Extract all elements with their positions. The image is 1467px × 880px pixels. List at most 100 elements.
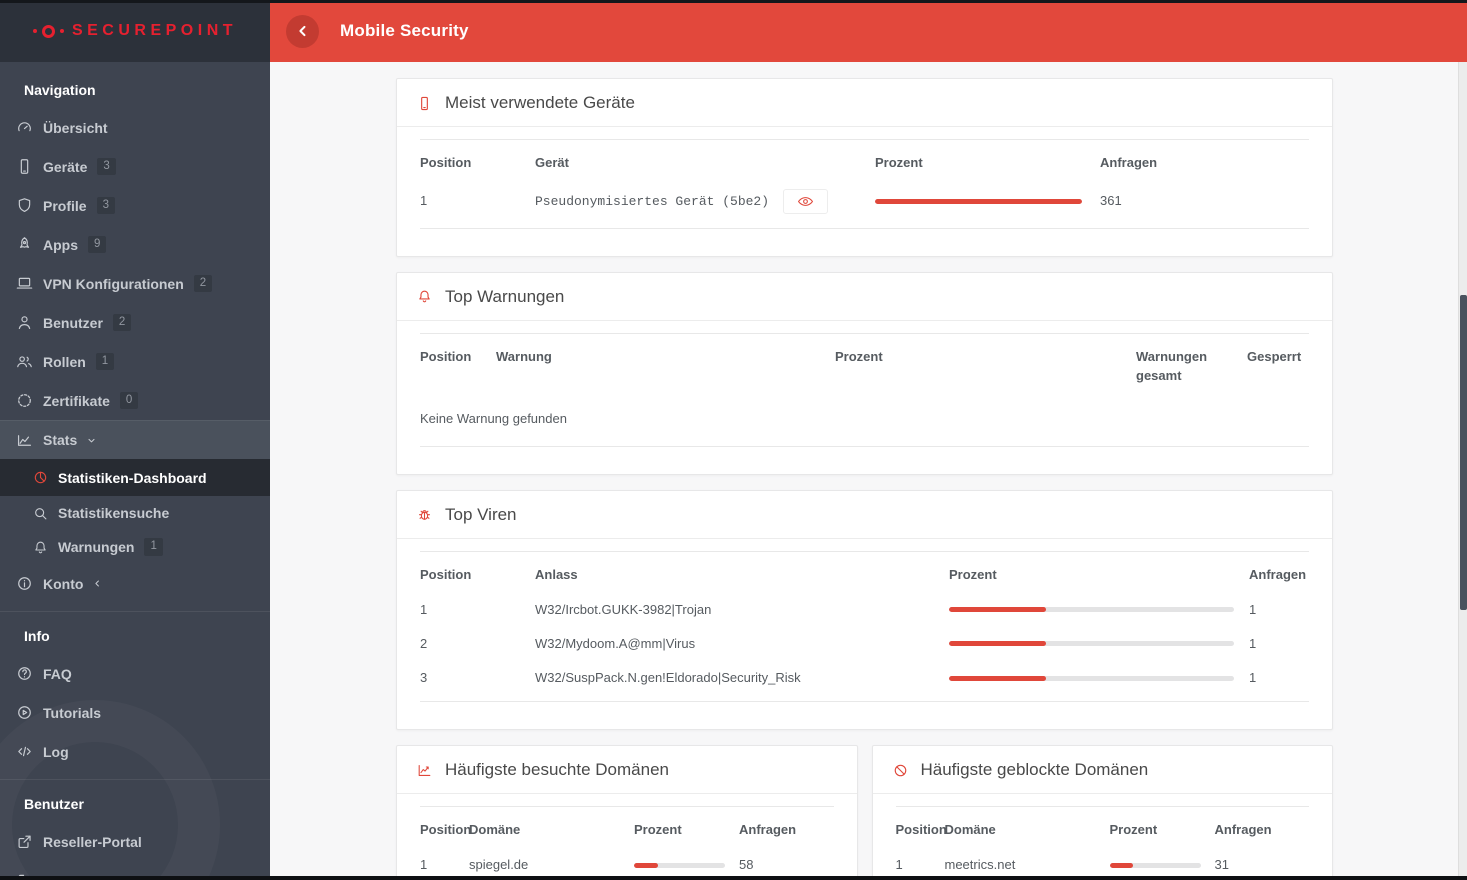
sidebar-item-label: Profile bbox=[43, 197, 87, 214]
card-visited-domains: Häufigste besuchte Domänen Position Domä… bbox=[396, 745, 858, 876]
bell-icon bbox=[32, 539, 49, 556]
device-name: Pseudonymisiertes Gerät (5be2) bbox=[535, 193, 770, 209]
user-icon bbox=[15, 313, 34, 332]
col-blocked: Gesperrt bbox=[1247, 332, 1309, 394]
top-bar: Mobile Security bbox=[270, 0, 1467, 62]
users-group-icon bbox=[15, 352, 34, 371]
devices-table: Position Gerät Prozent Anfragen 1 Pseudo… bbox=[420, 138, 1309, 229]
card-visited-body: Position Domäne Prozent Anfragen 1 spieg… bbox=[397, 794, 857, 876]
cell-cause: W32/Mydoom.A@mm|Virus bbox=[535, 635, 696, 651]
pie-chart-icon bbox=[32, 469, 49, 486]
laptop-icon bbox=[15, 274, 34, 293]
count-badge: 0 bbox=[119, 391, 139, 410]
col-percent: Prozent bbox=[835, 332, 1136, 394]
card-blocked-domains: Häufigste geblockte Domänen Position Dom… bbox=[871, 745, 1333, 876]
chevron-down-icon bbox=[86, 435, 97, 446]
nav-section-benutzer: Benutzer bbox=[24, 796, 84, 812]
scrollbar-thumb[interactable] bbox=[1460, 295, 1467, 610]
ban-icon bbox=[892, 762, 909, 779]
sidebar-item-label: VPN Konfigurationen bbox=[43, 275, 184, 292]
sidebar-item-label: Apps bbox=[43, 236, 78, 253]
sidebar-item-zertifikate[interactable]: Zertifikate 0 bbox=[0, 381, 270, 420]
scrollbar-track[interactable] bbox=[1458, 62, 1467, 876]
card-devices-body: Position Gerät Prozent Anfragen 1 Pseudo… bbox=[397, 127, 1332, 256]
col-requests: Anfragen bbox=[1100, 138, 1309, 181]
eye-icon bbox=[797, 195, 814, 208]
nav-section-info: Info bbox=[24, 628, 50, 644]
viruses-table: Position Anlass Prozent Anfragen 1 W32/I… bbox=[420, 550, 1309, 703]
col-cause: Anlass bbox=[535, 550, 949, 593]
cell-domain: spiegel.de bbox=[469, 856, 529, 872]
info-circle-icon bbox=[15, 574, 34, 593]
cell-percent bbox=[634, 848, 739, 876]
sidebar-item-uebersicht[interactable]: Übersicht bbox=[0, 108, 270, 147]
mobile-phone-icon bbox=[15, 157, 34, 176]
external-link-icon bbox=[15, 832, 34, 851]
cell-percent bbox=[949, 660, 1249, 703]
table-row: 1 W32/Ircbot.GUKK-3982|Trojan 1 bbox=[420, 593, 1309, 627]
count-badge: 2 bbox=[112, 313, 132, 332]
cell-position: 2 bbox=[420, 635, 428, 651]
sidebar-item-stats[interactable]: Stats bbox=[0, 420, 270, 459]
sidebar-item-geraete[interactable]: Geräte 3 bbox=[0, 147, 270, 186]
progress-bar bbox=[949, 675, 1234, 681]
sidebar-item-tutorials[interactable]: Tutorials bbox=[0, 693, 270, 732]
col-position: Position bbox=[895, 806, 947, 848]
sidebar-item-label: Statistiken-Dashboard bbox=[58, 469, 207, 486]
cell-domain: meetrics.net bbox=[944, 856, 1016, 872]
sidebar-item-rollen[interactable]: Rollen 1 bbox=[0, 342, 270, 381]
cell-position: 1 bbox=[895, 856, 903, 872]
sidebar-item-label: Reseller-Portal bbox=[43, 833, 142, 850]
sidebar-item-statistikensuche[interactable]: Statistikensuche bbox=[0, 496, 270, 530]
sidebar-item-label: Tutorials bbox=[43, 704, 102, 721]
table-header-row: Position Domäne Prozent Anfragen bbox=[420, 806, 834, 848]
col-requests: Anfragen bbox=[1214, 806, 1309, 848]
cards-container: Meist verwendete Geräte Position Gerät P… bbox=[396, 78, 1333, 876]
sidebar-item-label: Benutzer bbox=[43, 314, 103, 331]
card-viruses: Top Viren Position Anlass Prozent Anfrag… bbox=[396, 489, 1333, 731]
cell-position: 3 bbox=[420, 660, 535, 703]
cell-requests: 1 bbox=[1249, 601, 1257, 617]
logo[interactable]: SECUREPOINT bbox=[0, 0, 270, 62]
play-circle-icon bbox=[15, 703, 34, 722]
cell-percent bbox=[875, 180, 1100, 229]
sidebar-item-apps[interactable]: Apps 9 bbox=[0, 225, 270, 264]
securepoint-ring-icon bbox=[41, 24, 55, 38]
col-percent: Prozent bbox=[875, 138, 1100, 181]
card-title: Top Warnungen bbox=[445, 286, 565, 306]
sidebar-item-statistiken-dashboard[interactable]: Statistiken-Dashboard bbox=[0, 459, 270, 496]
sidebar-item-profile[interactable]: Profile 3 bbox=[0, 186, 270, 225]
progress-bar bbox=[875, 198, 1082, 204]
sidebar-item-vpn-konfigurationen[interactable]: VPN Konfigurationen 2 bbox=[0, 264, 270, 303]
table-header-row: Position Warnung Prozent Warnungen gesam… bbox=[420, 332, 1309, 394]
sidebar-item-faq[interactable]: FAQ bbox=[0, 654, 270, 693]
col-domain: Domäne bbox=[944, 806, 1110, 848]
cell-position: 1 bbox=[420, 856, 428, 872]
rocket-icon bbox=[15, 235, 34, 254]
area-chart-icon bbox=[15, 431, 34, 450]
bell-icon bbox=[416, 288, 433, 305]
view-device-button[interactable] bbox=[783, 188, 829, 214]
sidebar-item-warnungen[interactable]: Warnungen 1 bbox=[0, 530, 270, 564]
sidebar-nav: Navigation Übersicht Geräte 3 Profile 3 … bbox=[0, 62, 270, 880]
card-visited-header: Häufigste besuchte Domänen bbox=[397, 746, 857, 795]
card-viruses-header: Top Viren bbox=[397, 491, 1332, 539]
col-percent: Prozent bbox=[1109, 806, 1215, 848]
back-button[interactable] bbox=[286, 14, 319, 48]
cell-requests: 361 bbox=[1100, 180, 1309, 229]
sidebar-item-reseller-portal[interactable]: Reseller-Portal bbox=[0, 822, 270, 861]
sidebar-item-benutzer[interactable]: Benutzer 2 bbox=[0, 303, 270, 342]
card-blocked-body: Position Domäne Prozent Anfragen 1 meetr… bbox=[873, 794, 1333, 876]
sidebar-item-log[interactable]: Log bbox=[0, 732, 270, 771]
table-row: 3 W32/SuspPack.N.gen!Eldorado|Security_R… bbox=[420, 660, 1309, 703]
progress-bar bbox=[949, 641, 1234, 647]
cell-percent bbox=[949, 627, 1249, 661]
count-badge: 1 bbox=[95, 352, 115, 371]
empty-row: Keine Warnung gefunden bbox=[420, 393, 1309, 447]
sidebar-item-konto[interactable]: Konto bbox=[0, 564, 270, 603]
col-device: Gerät bbox=[535, 138, 875, 181]
chevron-left-icon bbox=[294, 22, 312, 40]
table-row: 1 Pseudonymisiertes Gerät (5be2) 361 bbox=[420, 180, 1309, 229]
cell-position: 1 bbox=[420, 180, 535, 229]
col-position: Position bbox=[420, 138, 535, 181]
